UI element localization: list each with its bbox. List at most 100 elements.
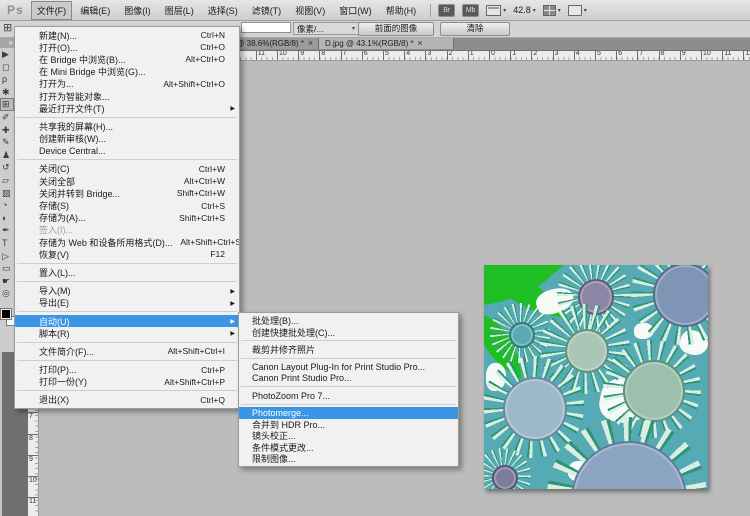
file-menu-separator xyxy=(17,360,237,361)
ruler-label: 7 xyxy=(29,413,33,420)
document-canvas-image[interactable] xyxy=(484,265,708,489)
file-menu-item[interactable]: 存储(S)Ctrl+S xyxy=(15,199,239,211)
dodge-tool[interactable]: ◐ xyxy=(0,212,14,225)
crop-tool[interactable]: ⊞ xyxy=(0,98,14,111)
file-menu-item-shortcut: Alt+Ctrl+W xyxy=(176,176,225,186)
file-menu-items: 新建(N)...Ctrl+N打开(O)...Ctrl+O在 Bridge 中浏览… xyxy=(15,29,239,406)
move-tool[interactable]: ▶ xyxy=(0,48,14,61)
clear-button[interactable]: 清除 xyxy=(440,22,510,36)
file-menu-item[interactable]: Device Central... xyxy=(15,145,239,157)
chevron-down-icon: ▾ xyxy=(352,25,355,32)
type-tool[interactable]: T xyxy=(0,237,14,250)
file-menu-item[interactable]: 存储为 Web 和设备所用格式(D)...Alt+Shift+Ctrl+S xyxy=(15,236,239,248)
auto-submenu-items: 批处理(B)...创建快捷批处理(C)... 裁剪并修齐照片 Canon Layou… xyxy=(239,315,458,464)
file-menu-item[interactable]: 关闭全部Alt+Ctrl+W xyxy=(15,175,239,187)
document-tab[interactable]: D.jpg @ 43.1%(RGB/8) *× xyxy=(318,37,454,49)
file-menu-item[interactable]: 共享我的屏幕(H)... xyxy=(15,120,239,132)
auto-submenu-item[interactable]: 合并到 HDR Pro... xyxy=(239,419,458,430)
pen-tool[interactable]: ✒ xyxy=(0,224,14,237)
menubar-item[interactable]: 帮助(H) xyxy=(380,1,423,20)
auto-submenu-item[interactable]: 限制图像... xyxy=(239,453,458,464)
ruler-label: 8 xyxy=(321,50,325,57)
marquee-tool[interactable]: ◻ xyxy=(0,61,14,74)
menubar-item[interactable]: 选择(S) xyxy=(202,1,244,20)
file-menu-item[interactable]: 关闭并转到 Bridge...Shift+Ctrl+W xyxy=(15,187,239,199)
file-menu-item[interactable]: 恢复(V)F12 xyxy=(15,248,239,260)
arrange-documents-button[interactable]: ▾ xyxy=(543,5,561,16)
brush-tool[interactable]: ✎ xyxy=(0,136,14,149)
launch-bridge-button[interactable]: Br xyxy=(438,4,455,17)
auto-submenu-item[interactable]: 条件模式更改... xyxy=(239,442,458,453)
auto-submenu-item[interactable]: Canon Print Studio Pro... xyxy=(239,373,458,384)
zoom-tool[interactable]: ◎ xyxy=(0,287,14,300)
file-menu-item[interactable]: 打开为...Alt+Shift+Ctrl+O xyxy=(15,78,239,90)
zoom-level-dropdown[interactable]: 42.8 ▾ xyxy=(513,5,536,15)
tab-close-icon[interactable]: × xyxy=(306,39,315,48)
menubar-item[interactable]: 文件(F) xyxy=(31,1,73,20)
ruler-label: 9 xyxy=(682,50,686,57)
menubar-item[interactable]: 滤镜(T) xyxy=(246,1,288,20)
ruler-tick xyxy=(468,50,469,60)
submenu-arrow-icon: ▶ xyxy=(230,288,235,295)
auto-submenu-item[interactable]: 批处理(B)... xyxy=(239,315,458,326)
hand-tool[interactable]: ☛ xyxy=(0,275,14,288)
resolution-unit-dropdown[interactable]: 像素/... ▾ xyxy=(293,22,359,35)
tools-panel-header[interactable]: » xyxy=(0,38,14,48)
view-extras-button[interactable]: ▾ xyxy=(486,5,506,16)
file-menu-item[interactable]: 导入(M)▶ xyxy=(15,285,239,297)
view-extras-icon xyxy=(486,5,501,16)
file-menu-item[interactable]: 退出(X)Ctrl+Q xyxy=(15,394,239,406)
auto-submenu-item[interactable]: Photomerge... xyxy=(239,407,458,418)
healing-brush-tool[interactable]: ✚ xyxy=(0,124,14,137)
shape-tool[interactable]: ▭ xyxy=(0,262,14,275)
file-menu-item[interactable]: 打印(P)...Ctrl+P xyxy=(15,364,239,376)
file-menu-item[interactable]: 新建(N)...Ctrl+N xyxy=(15,29,239,41)
menubar-item[interactable]: 图像(I) xyxy=(118,1,157,20)
file-menu-separator xyxy=(17,281,237,282)
menubar-item[interactable]: 窗口(W) xyxy=(333,1,378,20)
launch-mini-bridge-button[interactable]: Mb xyxy=(462,4,479,17)
file-menu-item[interactable]: 置入(L)... xyxy=(15,266,239,278)
auto-submenu-item[interactable]: 镜头校正... xyxy=(239,430,458,441)
file-menu-item[interactable]: 在 Mini Bridge 中浏览(G)... xyxy=(15,66,239,78)
menubar-item[interactable]: 视图(V) xyxy=(289,1,331,20)
file-menu-item[interactable]: 最近打开文件(T)▶ xyxy=(15,102,239,114)
menubar-divider xyxy=(430,4,431,17)
eraser-tool[interactable]: ▱ xyxy=(0,174,14,187)
file-menu-item-label: 打印(P)... xyxy=(39,364,77,376)
auto-submenu-item[interactable]: Canon Layout Plug-In for Print Studio Pr… xyxy=(239,361,458,372)
tab-close-icon[interactable]: × xyxy=(416,39,425,48)
file-menu-item[interactable]: 文件简介(F)...Alt+Shift+Ctrl+I xyxy=(15,345,239,357)
ruler-label: 12 xyxy=(745,50,750,57)
foreground-color-swatch[interactable] xyxy=(1,309,11,319)
auto-submenu-item[interactable]: PhotoZoom Pro 7... xyxy=(239,390,458,401)
file-menu-item[interactable]: 打开(O)...Ctrl+O xyxy=(15,41,239,53)
auto-submenu-item[interactable]: 裁剪并修齐照片 xyxy=(239,344,458,355)
menubar-item[interactable]: 图层(L) xyxy=(159,1,200,20)
menubar-item[interactable]: 编辑(E) xyxy=(74,1,116,20)
file-menu-item[interactable]: 打开为智能对象... xyxy=(15,90,239,102)
path-select-tool[interactable]: ▷ xyxy=(0,250,14,263)
file-menu-item[interactable]: 脚本(R)▶ xyxy=(15,327,239,339)
file-menu-item[interactable]: 在 Bridge 中浏览(B)...Alt+Ctrl+O xyxy=(15,53,239,65)
front-image-button[interactable]: 前面的图像 xyxy=(358,22,434,36)
auto-submenu-item[interactable]: 创建快捷批处理(C)... xyxy=(239,326,458,337)
file-menu-item[interactable]: 关闭(C)Ctrl+W xyxy=(15,163,239,175)
file-menu-item[interactable]: 导出(E)▶ xyxy=(15,297,239,309)
eyedropper-tool[interactable]: ✐ xyxy=(0,111,14,124)
history-brush-tool[interactable]: ↺ xyxy=(0,161,14,174)
file-menu-item[interactable]: 打印一份(Y)Alt+Shift+Ctrl+P xyxy=(15,376,239,388)
clone-stamp-tool[interactable]: ♟ xyxy=(0,149,14,162)
lasso-tool[interactable]: ρ xyxy=(0,73,14,86)
file-menu-item[interactable]: 自动(U)▶ xyxy=(15,315,239,327)
file-menu-item[interactable]: 创建新审核(W)... xyxy=(15,133,239,145)
quick-select-tool[interactable]: ✱ xyxy=(0,86,14,99)
ruler-tick xyxy=(256,50,257,60)
blur-tool[interactable]: ◔ xyxy=(0,199,14,212)
screen-mode-button[interactable]: ▾ xyxy=(568,5,587,16)
auto-submenu-item-label: PhotoZoom Pro 7... xyxy=(252,391,330,401)
gradient-tool[interactable]: ▨ xyxy=(0,187,14,200)
crop-width-field[interactable] xyxy=(241,22,291,33)
ruler-tick xyxy=(447,50,448,60)
file-menu-item[interactable]: 存储为(A)...Shift+Ctrl+S xyxy=(15,212,239,224)
